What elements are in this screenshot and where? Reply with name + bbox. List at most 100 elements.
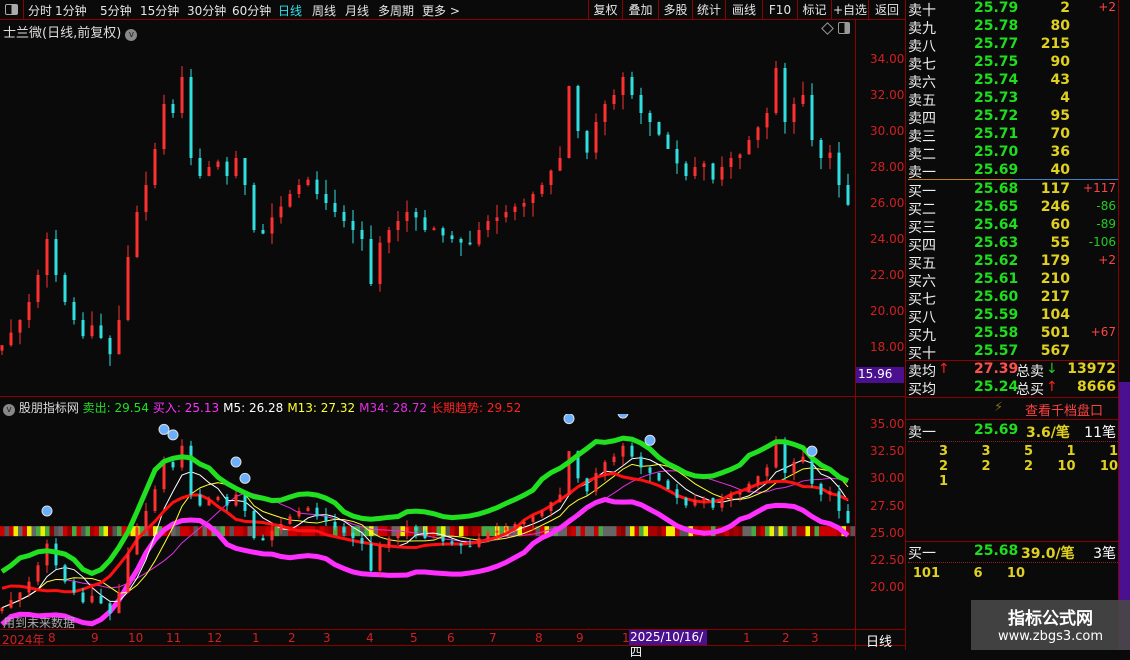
signal-marker-icon: [644, 434, 656, 446]
candle: [9, 319, 13, 347]
signal-strip-cell: [409, 526, 414, 537]
ask-level-row[interactable]: 卖八 25.77 215: [908, 36, 1118, 55]
ask-level-row[interactable]: 卖一 25.69 40: [908, 162, 1118, 181]
time-label: 6: [447, 631, 455, 645]
toolbar-action-button[interactable]: 叠加: [622, 0, 658, 20]
period-tab[interactable]: 更多 >: [422, 2, 460, 19]
candle: [774, 61, 778, 116]
signal-strip-cell: [634, 526, 639, 537]
time-label: 3: [323, 631, 331, 645]
candle: [792, 97, 796, 134]
signal-marker-icon: [239, 472, 251, 484]
bid-level-row[interactable]: 买四 25.63 55 -106: [908, 235, 1118, 254]
signal-strip-cell: [472, 526, 477, 537]
ask-level-row[interactable]: 卖十 25.79 2 +2: [908, 0, 1118, 19]
signal-strip-cell: [490, 526, 495, 537]
period-tab[interactable]: 多周期: [378, 2, 414, 19]
queue-order: 10: [1057, 459, 1076, 474]
bid-level-row[interactable]: 买五 25.62 179 +2: [908, 253, 1118, 272]
candle: [756, 475, 760, 489]
signal-strip-cell: [378, 526, 383, 537]
signal-strip-cell: [445, 526, 450, 537]
period-tab[interactable]: 30分钟: [187, 2, 226, 19]
indicator-name[interactable]: 股朋指标网: [19, 401, 79, 415]
candle: [738, 153, 742, 170]
candle: [162, 94, 166, 155]
ask-level-row[interactable]: 卖七 25.75 90: [908, 54, 1118, 73]
candle: [720, 493, 724, 512]
layout-toggle-icon[interactable]: [0, 0, 24, 20]
candle: [153, 142, 157, 189]
period-tab[interactable]: 5分钟: [100, 2, 132, 19]
ask-level-row[interactable]: 卖二 25.70 36: [908, 144, 1118, 163]
period-tab[interactable]: 月线: [345, 2, 369, 19]
period-tab[interactable]: 分时: [28, 2, 52, 19]
signal-strip-cell: [481, 526, 486, 537]
candle: [432, 226, 436, 231]
signal-strip-cell: [337, 526, 342, 537]
signal-strip-cell: [81, 526, 86, 537]
signal-strip-cell: [459, 526, 464, 537]
signal-strip-cell: [180, 526, 185, 537]
ask-level-row[interactable]: 卖五 25.73 4: [908, 90, 1118, 109]
candle: [189, 440, 193, 500]
view-full-depth-link[interactable]: 查看千档盘口: [1025, 400, 1103, 419]
bid-level-row[interactable]: 买七 25.60 217: [908, 289, 1118, 308]
signal-strip-cell: [454, 526, 459, 537]
toolbar-action-button[interactable]: 统计: [692, 0, 725, 20]
period-tab[interactable]: 15分钟: [140, 2, 179, 19]
candlestick-chart[interactable]: [0, 36, 855, 394]
candle: [423, 209, 427, 233]
signal-strip-cell: [603, 526, 608, 537]
candle: [72, 297, 76, 325]
toolbar-action-button[interactable]: +自选: [831, 0, 868, 20]
signal-strip-cell: [18, 526, 23, 537]
candle: [783, 62, 787, 134]
bid-level-row[interactable]: 买六 25.61 210: [908, 271, 1118, 290]
bid-level-row[interactable]: 买三 25.64 60 -89: [908, 217, 1118, 236]
period-tab[interactable]: 周线: [312, 2, 336, 19]
candle: [657, 121, 661, 137]
panel-toggle-icon[interactable]: [838, 22, 850, 34]
bid-level-row[interactable]: 买八 25.59 104: [908, 307, 1118, 326]
indicator-menu-icon[interactable]: v: [3, 404, 15, 416]
indicator-chart[interactable]: [0, 414, 855, 628]
candle: [612, 453, 616, 466]
signal-strip-cell: [733, 526, 738, 537]
ask-level-row[interactable]: 卖六 25.74 43: [908, 72, 1118, 91]
diamond-icon[interactable]: [821, 22, 834, 35]
signal-strip-cell: [828, 526, 833, 537]
bid-level-row[interactable]: 买十 25.57 567: [908, 343, 1118, 362]
candle: [99, 313, 103, 340]
ask-level-row[interactable]: 卖四 25.72 95: [908, 108, 1118, 127]
toolbar-action-button[interactable]: 多股: [658, 0, 692, 20]
bid-level-row[interactable]: 买一 25.68 117 +117: [908, 181, 1118, 200]
toolbar-action-button[interactable]: 返回: [868, 0, 905, 20]
toolbar-action-button[interactable]: 标记: [797, 0, 831, 20]
signal-strip-cell: [742, 526, 747, 537]
candle: [0, 345, 4, 355]
price-tick: 30.00: [870, 124, 905, 138]
bid-level-row[interactable]: 买二 25.65 246 -86: [908, 199, 1118, 218]
candle: [27, 293, 31, 328]
toolbar-action-button[interactable]: 画线: [725, 0, 762, 20]
ask-level-row[interactable]: 卖三 25.71 70: [908, 126, 1118, 145]
candle: [594, 113, 598, 160]
signal-strip-cell: [247, 526, 252, 537]
period-tab[interactable]: 60分钟: [232, 2, 271, 19]
bid-level-row[interactable]: 买九 25.58 501 +67: [908, 325, 1118, 344]
ask-level-row[interactable]: 卖九 25.78 80: [908, 18, 1118, 37]
indicator-tick: 35.00: [870, 417, 905, 431]
signal-strip-cell: [256, 526, 261, 537]
period-tab[interactable]: 日线: [278, 2, 302, 19]
price-tick: 20.00: [870, 304, 905, 318]
toolbar-action-button[interactable]: F10: [762, 0, 797, 20]
candle: [567, 85, 571, 159]
period-label[interactable]: 日线: [866, 631, 892, 650]
price-tick: 28.00: [870, 160, 905, 174]
toolbar-action-button[interactable]: 复权: [588, 0, 622, 20]
signal-strip-cell: [576, 526, 581, 537]
candle: [639, 452, 643, 475]
candle: [180, 66, 184, 119]
period-tab[interactable]: 1分钟: [55, 2, 87, 19]
